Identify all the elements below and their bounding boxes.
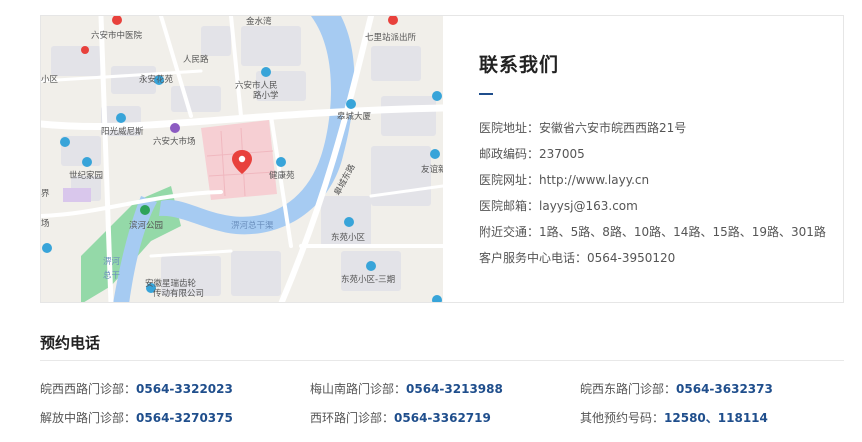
map-label-yonganhuayuan: 永安花苑: [139, 74, 174, 85]
phone-number[interactable]: 0564-3270375: [136, 411, 233, 425]
map-label-jinshuiwan: 金水湾: [246, 16, 272, 27]
map-canvas[interactable]: 六安市中医院 金水湾 七里站派出所 人民路 小区 永安花苑 六安市人民 路小学 …: [41, 16, 443, 303]
contact-title: 联系我们: [479, 54, 560, 76]
map-label-xingrui-2: 传动有限公司: [153, 288, 204, 299]
map-label-renmin-school-2: 路小学: [253, 90, 279, 101]
map-label-pihe-left-1: 淠河: [103, 256, 121, 267]
clinic-label: 皖西东路门诊部：: [580, 382, 677, 396]
section-divider: [40, 360, 844, 361]
map-label-jiankang: 健康苑: [269, 170, 295, 181]
phone-item: 其他预约号码：12580、118114: [580, 409, 768, 426]
postcode-line: 邮政编码：237005: [479, 147, 585, 161]
clinic-label: 西环路门诊部：: [310, 411, 395, 425]
phone-number[interactable]: 0564-3213988: [406, 382, 503, 396]
map-label-renmin-school-1: 六安市人民: [235, 80, 278, 91]
phone-number[interactable]: 0564-3632373: [676, 382, 773, 396]
phone-number[interactable]: 0564-3362719: [394, 411, 491, 425]
map-label-yangguang: 阳光威尼斯: [101, 126, 144, 137]
clinic-label: 解放中路门诊部：: [40, 411, 137, 425]
transport-line: 附近交通：1路、5路、8路、10路、14路、15路、19路、301路: [479, 225, 826, 239]
phone-item: 解放中路门诊部：0564-3270375: [40, 409, 233, 426]
title-underline: [479, 93, 493, 95]
phone-item: 皖西东路门诊部：0564-3632373: [580, 380, 773, 397]
phone-item: 西环路门诊部：0564-3362719: [310, 409, 491, 426]
phone-row: 解放中路门诊部：0564-3270375 西环路门诊部：0564-3362719…: [40, 409, 844, 438]
phone-number[interactable]: 0564-3322023: [136, 382, 233, 396]
map-label-pihe-general: 淠河总干渠: [231, 220, 274, 231]
map-label-liuan-market: 六安大市场: [153, 136, 196, 147]
map-label-xiaoqu: 小区: [41, 74, 59, 85]
service-phone-line: 客户服务中心电话：0564-3950120: [479, 251, 676, 265]
map-label-chang: 场: [41, 219, 50, 229]
map-label-jie: 界: [41, 189, 50, 199]
email-line[interactable]: 医院邮箱：layysj@163.com: [479, 193, 839, 219]
clinic-label: 梅山南路门诊部：: [310, 382, 407, 396]
clinic-label: 其他预约号码：: [580, 411, 665, 425]
appointment-section-title: 预约电话: [40, 334, 101, 352]
phone-number[interactable]: 12580、118114: [664, 411, 768, 425]
phone-item: 梅山南路门诊部：0564-3213988: [310, 380, 503, 397]
location-map[interactable]: 六安市中医院 金水湾 七里站派出所 人民路 小区 永安花苑 六安市人民 路小学 …: [41, 16, 443, 303]
contact-info: 联系我们 医院地址：安徽省六安市皖西西路21号 邮政编码：237005 医院网址…: [479, 50, 839, 271]
map-label-gaocheng: 皋城大厦: [337, 111, 372, 122]
map-label-dongyuan3: 东苑小区-三期: [341, 274, 395, 285]
map-label-pihe-left-2: 总干: [103, 270, 121, 281]
website-line[interactable]: 医院网址：http://www.layy.cn: [479, 167, 839, 193]
address-line: 医院地址：安徽省六安市皖西西路21号: [479, 121, 687, 135]
map-label-youyi: 友谊新: [421, 164, 443, 175]
phone-item: 皖西西路门诊部：0564-3322023: [40, 380, 233, 397]
map-label-qilizhan: 七里站派出所: [365, 32, 417, 43]
map-label-shiji: 世纪家园: [69, 170, 103, 181]
map-label-dongyuan: 东苑小区: [331, 232, 366, 243]
map-label-binhe-park: 滨河公园: [129, 220, 163, 231]
clinic-label: 皖西西路门诊部：: [40, 382, 137, 396]
appointment-phone-list: 皖西西路门诊部：0564-3322023 梅山南路门诊部：0564-321398…: [40, 380, 844, 438]
phone-row: 皖西西路门诊部：0564-3322023 梅山南路门诊部：0564-321398…: [40, 380, 844, 409]
map-label-hospital-tcm: 六安市中医院: [91, 30, 143, 41]
map-label-renmin-road: 人民路: [183, 54, 209, 65]
map-label-xingrui-1: 安徽星瑞齿轮: [145, 278, 197, 289]
contact-card: 六安市中医院 金水湾 七里站派出所 人民路 小区 永安花苑 六安市人民 路小学 …: [40, 15, 844, 303]
